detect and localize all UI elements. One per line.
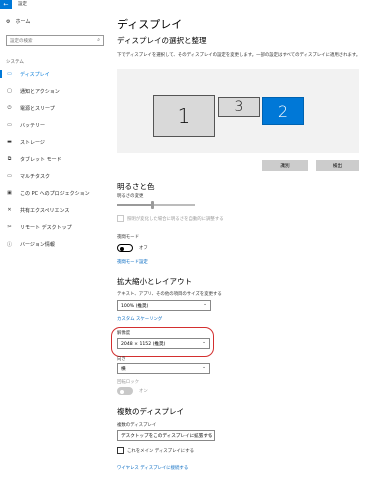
select-heading: ディスプレイの選択と整理: [117, 36, 207, 45]
search-icon[interactable]: ⌕: [97, 37, 100, 43]
home-label: ホーム: [15, 19, 31, 25]
multi-display-dropdown[interactable]: デスクトップをこのディスプレイに拡張する ⌄: [117, 430, 215, 441]
toggle-knob: [120, 246, 124, 251]
page-title: ディスプレイ: [117, 18, 183, 31]
sidebar-item-label: 共有エクスペリエンス: [20, 207, 70, 214]
rotation-lock-state: オン: [139, 389, 148, 394]
rotation-lock-toggle: [117, 387, 133, 395]
brightness-label: 明るさの変更: [117, 194, 144, 199]
sidebar: ⚙ ホーム 設定の検索 ⌕ システム ▭ ディスプレイ ▢ 通知とアクション ⏻…: [0, 9, 108, 480]
monitor-1[interactable]: 1: [153, 95, 215, 137]
monitor-icon: ▭: [7, 71, 12, 77]
multi-display-label: 複数のディスプレイ: [117, 423, 157, 428]
sidebar-item-multitasking[interactable]: ▭ マルチタスク: [0, 169, 108, 183]
sidebar-item-label: バージョン情報: [20, 241, 55, 248]
sidebar-item-notifications[interactable]: ▢ 通知とアクション: [0, 84, 108, 98]
monitor-arrangement: 1 3 2: [117, 69, 359, 153]
resolution-value: 2048 × 1152 (推奨): [121, 341, 166, 347]
sidebar-item-label: ストレージ: [20, 139, 45, 146]
monitor-3[interactable]: 3: [218, 97, 260, 117]
night-mode-label: 夜間モード: [117, 235, 139, 240]
resolution-dropdown[interactable]: 2048 × 1152 (推奨) ⌄: [117, 338, 210, 349]
notification-icon: ▢: [7, 88, 12, 94]
orientation-dropdown[interactable]: 横 ⌄: [117, 363, 210, 374]
night-mode-toggle[interactable]: [117, 244, 133, 252]
window-title: 設定: [18, 2, 27, 7]
sidebar-item-projection[interactable]: ▣ この PC へのプロジェクション: [0, 186, 108, 200]
sidebar-item-tablet-mode[interactable]: ⧉ タブレット モード: [0, 152, 108, 166]
sidebar-home[interactable]: ⚙ ホーム: [6, 18, 31, 26]
night-mode-settings-link[interactable]: 夜間モード設定: [117, 259, 148, 265]
sidebar-item-storage[interactable]: ▬ ストレージ: [0, 135, 108, 149]
auto-brightness-checkbox[interactable]: [117, 215, 124, 222]
identify-button[interactable]: 識別: [262, 160, 308, 171]
chevron-down-icon: ⌄: [202, 340, 206, 345]
sidebar-item-label: 通知とアクション: [20, 88, 60, 95]
storage-icon: ▬: [7, 139, 12, 145]
detect-button[interactable]: 検出: [316, 160, 359, 171]
sidebar-item-label: タブレット モード: [20, 156, 62, 163]
multi-display-heading: 複数のディスプレイ: [117, 407, 184, 416]
wireless-display-link[interactable]: ワイヤレス ディスプレイに接続する: [117, 465, 188, 471]
brightness-slider-fill: [117, 204, 153, 206]
battery-icon: ▭: [7, 122, 12, 128]
scale-value: 100% (推奨): [121, 303, 149, 309]
monitor-2[interactable]: 2: [262, 97, 304, 125]
orientation-label: 向き: [117, 357, 126, 362]
title-bar: ← 設定: [0, 0, 376, 9]
remote-desktop-icon: ✂: [7, 224, 12, 230]
sidebar-item-label: ディスプレイ: [20, 71, 50, 78]
multitask-icon: ▭: [7, 173, 12, 179]
main-content: ディスプレイ ディスプレイの選択と整理 下でディスプレイを選択して、そのディスプ…: [111, 9, 372, 480]
projection-icon: ▣: [7, 190, 12, 196]
auto-brightness-label: 照明が変化した場合に明るさを自動的に調整する: [127, 217, 224, 222]
rotation-lock-label: 回転ロック: [117, 380, 139, 385]
main-display-label: これをメイン ディスプレイにする: [127, 449, 194, 454]
power-icon: ⏻: [7, 105, 12, 111]
sidebar-item-about[interactable]: ⓘ バージョン情報: [0, 237, 108, 251]
back-arrow-icon[interactable]: ←: [0, 0, 12, 9]
select-description: 下でディスプレイを選択して、そのディスプレイの設定を変更します。一部の設定はすべ…: [117, 53, 361, 58]
orientation-value: 横: [121, 366, 126, 372]
search-box[interactable]: 設定の検索 ⌕: [6, 35, 104, 46]
brightness-slider[interactable]: [117, 201, 195, 209]
brightness-slider-thumb[interactable]: [150, 201, 154, 209]
scale-dropdown[interactable]: 100% (推奨) ⌄: [117, 300, 211, 311]
night-mode-state: オフ: [139, 246, 148, 251]
scale-heading: 拡大縮小とレイアウト: [117, 277, 192, 286]
scale-label: テキスト、アプリ、その他の項目のサイズを変更する: [117, 292, 222, 297]
resolution-label: 解像度: [117, 331, 131, 336]
sidebar-item-battery[interactable]: ▭ バッテリー: [0, 118, 108, 132]
chevron-down-icon: ⌄: [202, 365, 206, 370]
chevron-down-icon: ⌄: [203, 302, 207, 307]
tablet-icon: ⧉: [7, 156, 12, 162]
chevron-down-icon: ⌄: [207, 432, 211, 437]
sidebar-item-label: 電源とスリープ: [20, 105, 55, 112]
brightness-heading: 明るさと色: [117, 182, 155, 191]
sidebar-item-label: バッテリー: [20, 122, 46, 129]
sidebar-item-display[interactable]: ▭ ディスプレイ: [0, 67, 108, 81]
sidebar-item-power[interactable]: ⏻ 電源とスリープ: [0, 101, 108, 115]
shared-icon: ✕: [7, 207, 12, 213]
gear-icon: ⚙: [6, 18, 11, 25]
sidebar-item-label: この PC へのプロジェクション: [20, 190, 90, 197]
info-icon: ⓘ: [6, 241, 12, 248]
custom-scaling-link[interactable]: カスタム スケーリング: [117, 316, 162, 322]
multi-display-value: デスクトップをこのディスプレイに拡張する: [121, 433, 213, 439]
sidebar-item-remote-desktop[interactable]: ✂ リモート デスクトップ: [0, 220, 108, 234]
section-label-system: システム: [6, 60, 24, 65]
main-display-checkbox[interactable]: [117, 447, 124, 454]
toggle-knob: [120, 389, 124, 394]
sidebar-item-label: リモート デスクトップ: [20, 224, 72, 231]
sidebar-item-shared-experiences[interactable]: ✕ 共有エクスペリエンス: [0, 203, 108, 217]
sidebar-item-label: マルチタスク: [20, 173, 51, 180]
search-placeholder: 設定の検索: [10, 39, 33, 44]
